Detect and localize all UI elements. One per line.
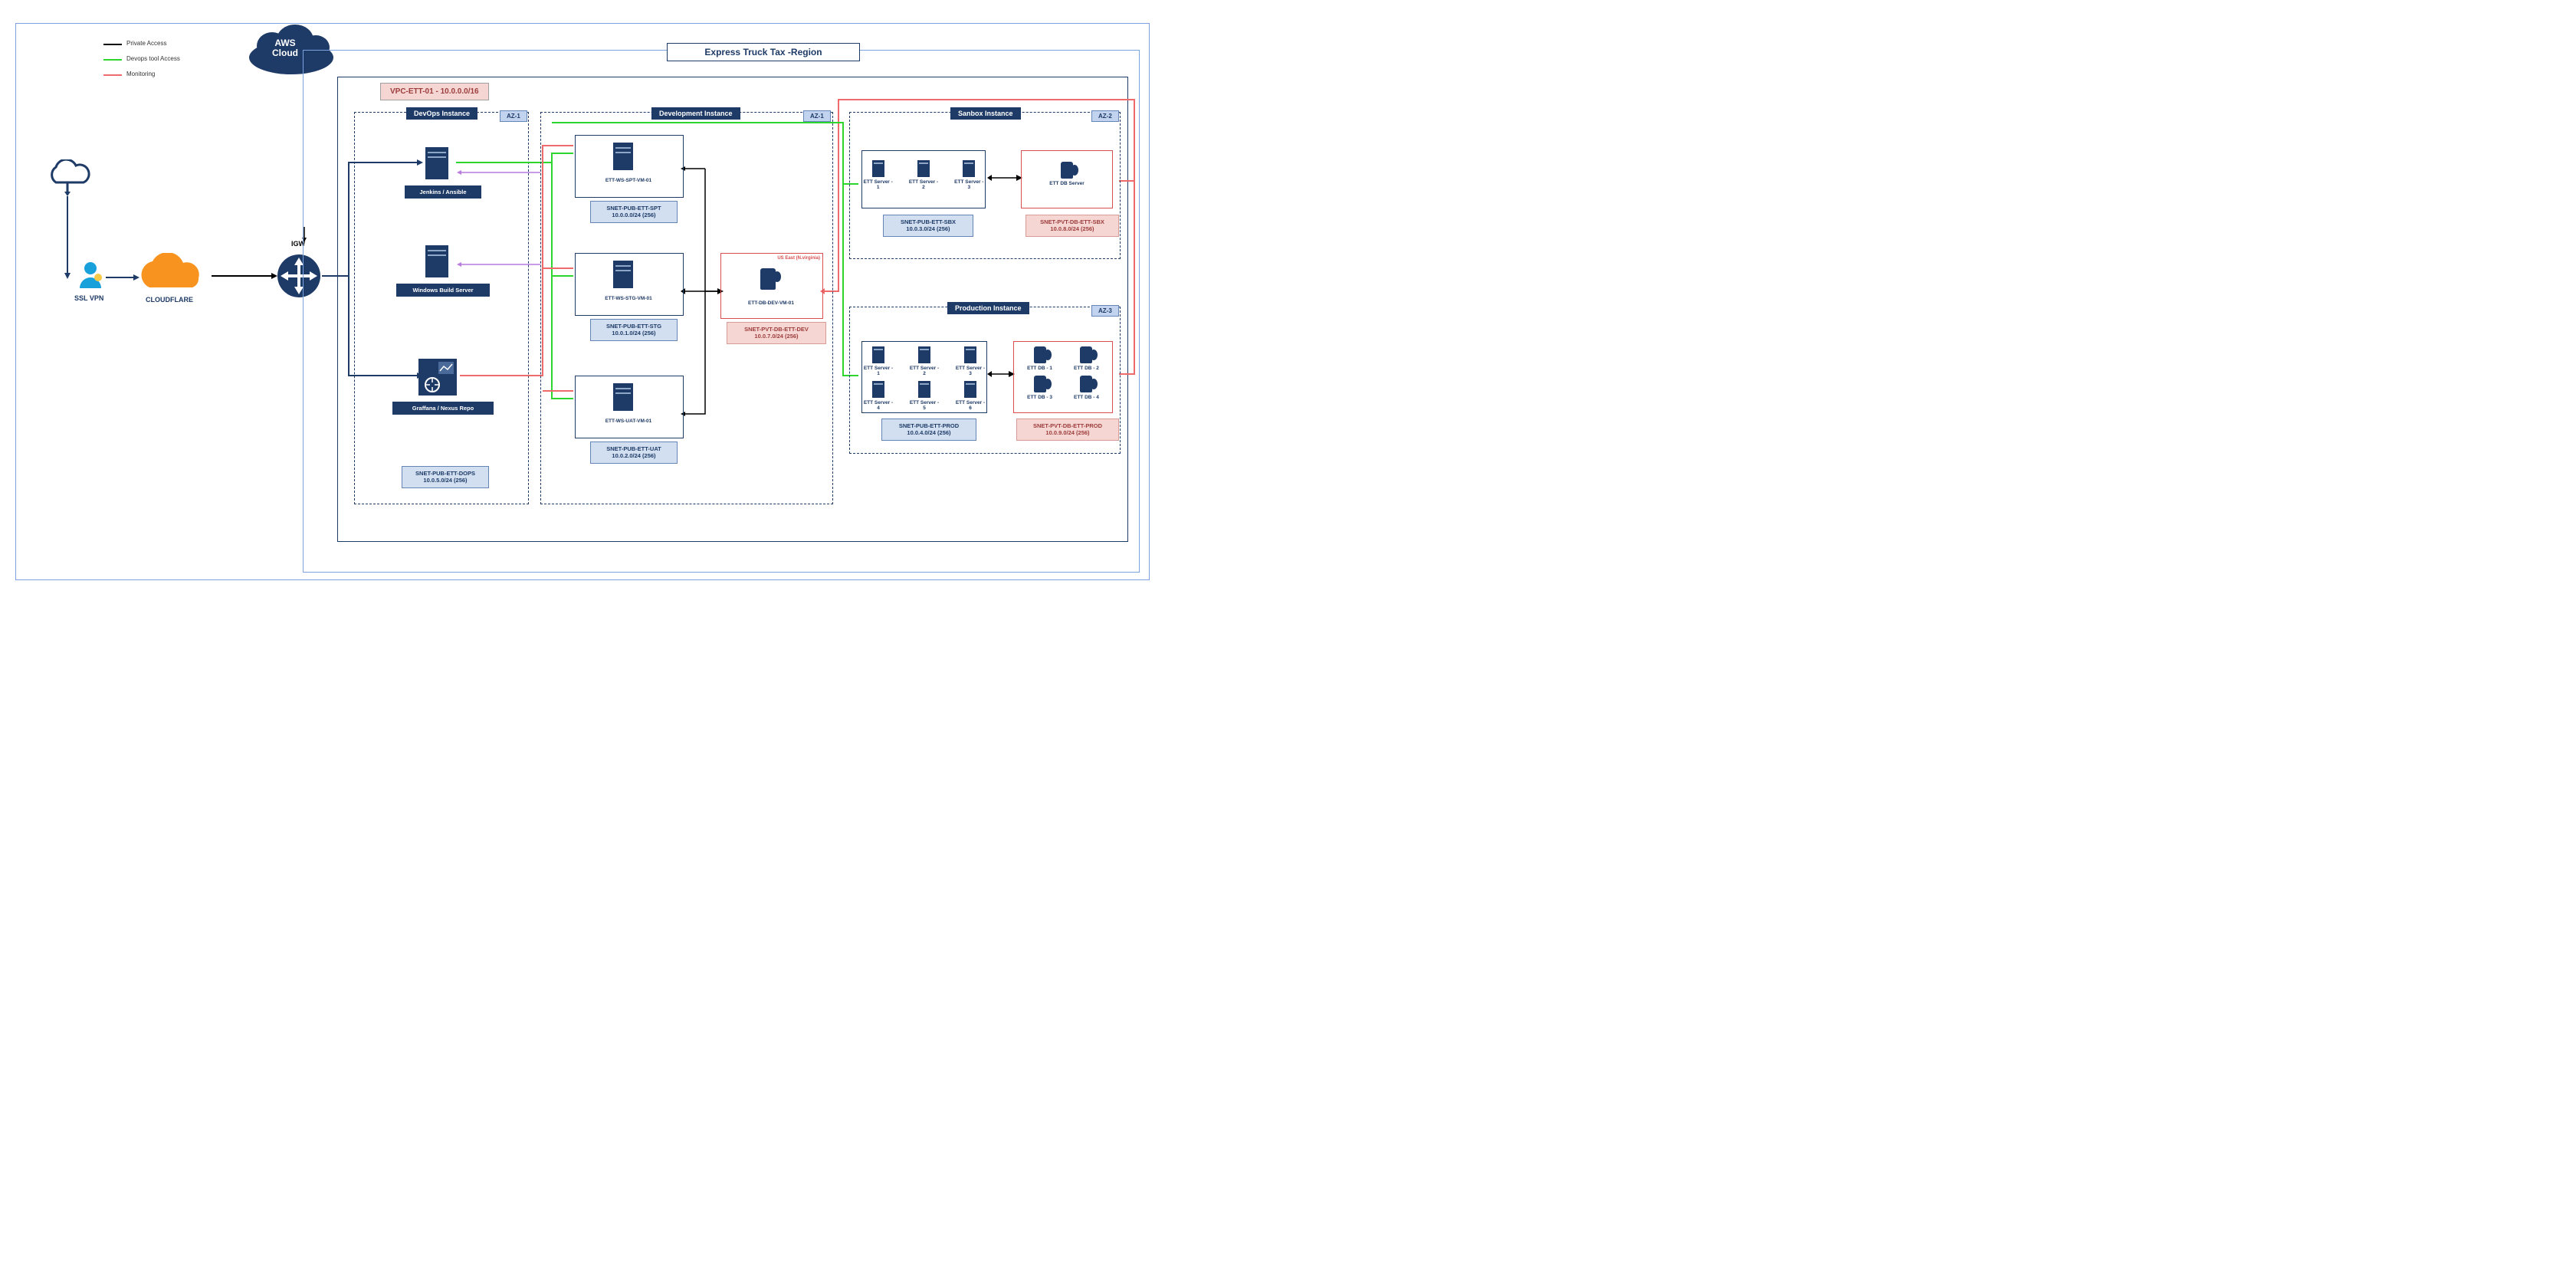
dev-spt-vm: ETT-WS-SPT-VM-01 [590, 178, 667, 183]
devops-az: AZ-1 [500, 110, 527, 122]
dev-spt-subnet: SNET-PUB-ETT-SPT 10.0.0.0/24 (256) [590, 201, 678, 223]
cloudflare-icon [134, 253, 211, 295]
aws-cloud-label: AWS Cloud [272, 38, 298, 58]
sbx-title: Sanbox Instance [950, 107, 1021, 120]
dev-db-vm: ETT-DB-DEV-VM-01 [733, 300, 809, 306]
dev-db-subnet: SNET-PVT-DB-ETT-DEV 10.0.7.0/24 (256) [727, 322, 826, 344]
legend-monitoring-label: Monitoring [126, 71, 155, 77]
legend-private-label: Private Access [126, 40, 166, 47]
sbx-db-box: ETT DB Server [1021, 150, 1113, 208]
legend-line-devops [103, 59, 122, 61]
sbx-az: AZ-2 [1091, 110, 1119, 122]
sbx-pvt-subnet: SNET-PVT-DB-ETT-SBX 10.0.8.0/24 (256) [1025, 215, 1119, 237]
prod-server-5: ETT Server - 5 [908, 381, 940, 411]
prod-db-box: ETT DB - 1 ETT DB - 2 ETT DB - 3 ETT DB … [1013, 341, 1113, 413]
prod-db-3: ETT DB - 3 [1027, 376, 1052, 400]
region-title: Express Truck Tax -Region [667, 43, 860, 61]
windows-build-server-icon [425, 245, 448, 277]
internet-cloud-icon [44, 159, 90, 196]
prod-server-2: ETT Server - 2 [908, 346, 940, 376]
dev-stg-subnet: SNET-PUB-ETT-STG 10.0.1.0/24 (256) [590, 319, 678, 341]
sbx-pub-subnet: SNET-PUB-ETT-SBX 10.0.3.0/24 (256) [883, 215, 973, 237]
prod-title: Production Instance [947, 302, 1029, 314]
prod-server-6: ETT Server - 6 [954, 381, 986, 411]
prod-server-1: ETT Server - 1 [862, 346, 894, 376]
devops-title: DevOps Instance [406, 107, 477, 120]
prod-az: AZ-3 [1091, 305, 1119, 317]
vpc-label: VPC-ETT-01 - 10.0.0.0/16 [380, 83, 489, 100]
dev-uat-server-icon [613, 383, 633, 411]
prod-db-2: ETT DB - 2 [1074, 346, 1099, 371]
prod-pvt-subnet: SNET-PVT-DB-ETT-PROD 10.0.9.0/24 (256) [1016, 419, 1119, 441]
windows-build-label: Windows Build Server [396, 284, 490, 297]
prod-server-4: ETT Server - 4 [862, 381, 894, 411]
user-icon [77, 261, 104, 291]
jenkins-label: Jenkins / Ansible [405, 185, 481, 199]
grafana-icon [418, 359, 457, 396]
grafana-label: Graffana / Nexus Repo [392, 402, 494, 415]
sbx-server-1: ETT Server - 1 [862, 160, 894, 190]
sbx-servers-box: ETT Server - 1 ETT Server - 2 ETT Server… [861, 150, 986, 208]
dev-title: Development Instance [651, 107, 740, 120]
dev-uat-vm: ETT-WS-UAT-VM-01 [590, 419, 667, 424]
prod-server-3: ETT Server - 3 [954, 346, 986, 376]
cloudflare-label: CLOUDFLARE [146, 296, 193, 304]
dev-db-region: US East (N.virginia) [777, 256, 820, 261]
legend-line-private [103, 44, 122, 45]
prod-pub-subnet: SNET-PUB-ETT-PROD 10.0.4.0/24 (256) [881, 419, 976, 441]
sbx-db: ETT DB Server [1049, 162, 1085, 186]
ssl-vpn-label: SSL VPN [74, 294, 103, 302]
legend-line-monitoring [103, 74, 122, 76]
jenkins-server-icon [425, 147, 448, 179]
architecture-diagram: Private Access Devops tool Access Monito… [0, 0, 1159, 590]
dev-db-icon [760, 268, 776, 294]
dev-spt-server-icon [613, 143, 633, 170]
prod-servers-box: ETT Server - 1 ETT Server - 2 ETT Server… [861, 341, 987, 413]
prod-db-1: ETT DB - 1 [1027, 346, 1052, 371]
sbx-server-2: ETT Server - 2 [907, 160, 939, 190]
legend-devops-label: Devops tool Access [126, 55, 180, 62]
dev-az: AZ-1 [803, 110, 831, 122]
devops-subnet: SNET-PUB-ETT-DOPS 10.0.5.0/24 (256) [402, 466, 489, 488]
dev-stg-server-icon [613, 261, 633, 288]
dev-stg-vm: ETT-WS-STG-VM-01 [590, 296, 667, 301]
prod-db-4: ETT DB - 4 [1074, 376, 1099, 400]
dev-uat-subnet: SNET-PUB-ETT-UAT 10.0.2.0/24 (256) [590, 441, 678, 464]
sbx-server-3: ETT Server - 3 [953, 160, 985, 190]
